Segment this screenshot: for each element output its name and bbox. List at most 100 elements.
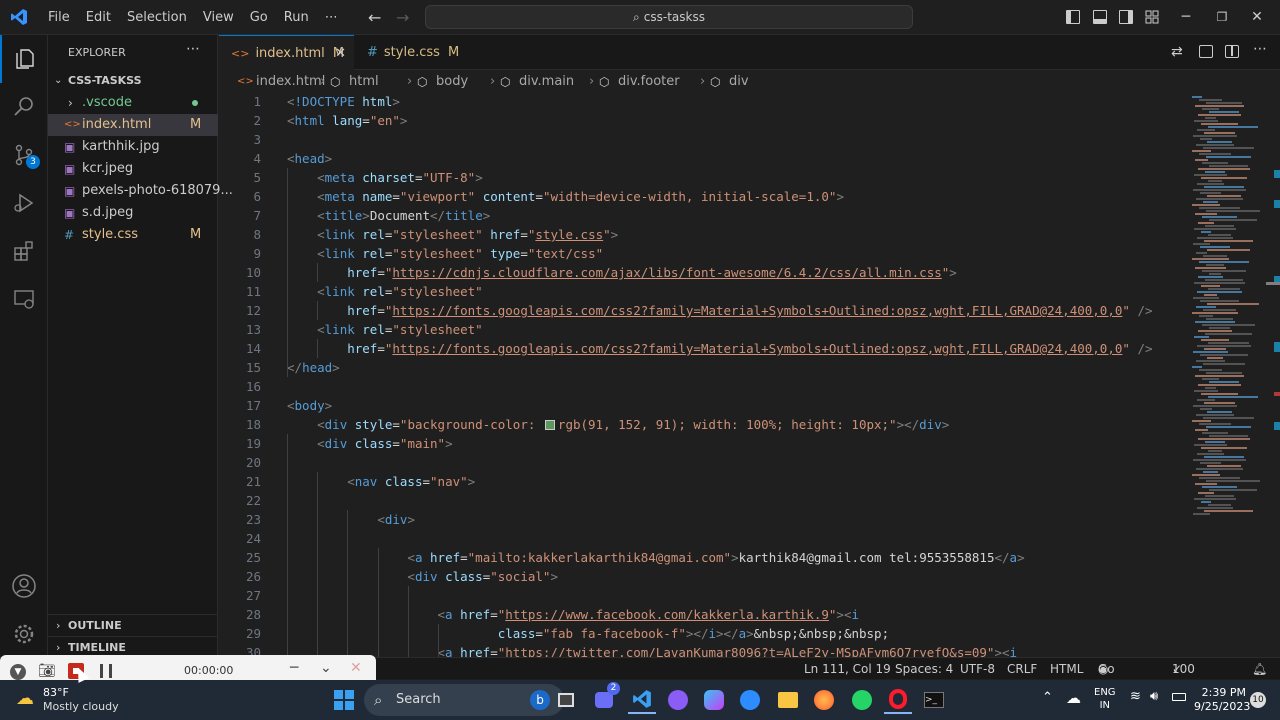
code-line[interactable]: <meta name="viewport" content="width=dev… <box>287 187 844 206</box>
code-editor[interactable]: 1 <!DOCTYPE html> 2 <html lang="en"> 3 4 <head… <box>219 92 1184 657</box>
code-line[interactable]: <link rel="stylesheet" type="text/css" <box>287 244 603 263</box>
menu-item-file[interactable]: File <box>40 0 78 35</box>
code-line[interactable]: href= "https://fonts.googleapis.com/css2?… <box>287 339 1152 358</box>
opera-icon[interactable] <box>884 686 912 714</box>
code-line[interactable]: </head> <box>287 358 340 377</box>
tree-item[interactable]: ▣ pexels-photo-618079... <box>48 180 233 202</box>
breadcrumb-item[interactable]: body <box>436 71 468 93</box>
code-line[interactable]: <div class="social"> <box>287 567 558 586</box>
remote-explorer-icon[interactable] <box>0 275 48 323</box>
code-line[interactable]: <link rel="stylesheet" <box>287 282 483 301</box>
clock[interactable]: 2:39 PM 9/25/2023 <box>1194 686 1250 714</box>
explorer-icon[interactable] <box>0 35 48 83</box>
more-actions-icon[interactable]: ⋯ <box>186 41 200 57</box>
tree-item[interactable]: # style.css M <box>48 224 218 246</box>
battery-icon[interactable] <box>1172 693 1186 701</box>
scrollbar-overview[interactable] <box>1266 92 1280 657</box>
encoding[interactable]: UTF-8 <box>960 658 995 680</box>
code-line[interactable]: <div class="main"> <box>287 434 453 453</box>
run-debug-icon[interactable] <box>0 179 48 227</box>
camera-icon[interactable]: 📷︎ <box>38 663 56 679</box>
notifications-bell-icon[interactable]: 🔔︎ <box>1252 658 1267 680</box>
code-line[interactable]: <a href="mailto:kakkerlakarthik84@gmai.c… <box>287 548 1024 567</box>
show-hidden-icons[interactable]: ⌃ <box>1042 690 1053 705</box>
tab-style-css[interactable]: # style.css M <box>355 35 465 70</box>
firefox-icon[interactable] <box>810 686 838 714</box>
copilot-icon[interactable] <box>700 686 728 714</box>
tree-item[interactable]: ▣ karthhik.jpg <box>48 136 218 158</box>
menu-item-view[interactable]: View <box>195 0 242 35</box>
code-line[interactable]: href="https://cdnjs.cloudflare.com/ajax/… <box>287 263 957 282</box>
minimize-recorder-icon[interactable]: ─ <box>290 660 298 676</box>
indentation[interactable]: Spaces: 4 <box>895 658 953 680</box>
code-line[interactable]: href= "https://fonts.googleapis.com/css2?… <box>287 301 1152 320</box>
code-line[interactable]: <head> <box>287 149 332 168</box>
zoom-icon[interactable] <box>736 686 764 714</box>
cursor-position[interactable]: Ln 111, Col 19 <box>804 658 891 680</box>
tab-index-html[interactable]: <> index.html M ✕ <box>219 35 354 70</box>
close-recorder-icon[interactable]: ✕ <box>350 660 362 676</box>
onedrive-icon[interactable]: ☁︎ <box>1066 689 1081 707</box>
pause-button[interactable] <box>100 664 112 678</box>
editor-more-actions-icon[interactable]: ⋯ <box>1253 41 1267 57</box>
input-language[interactable]: ENG IN <box>1094 686 1116 712</box>
tree-item[interactable]: › .vscode <box>48 92 218 114</box>
windows-start-icon[interactable] <box>330 686 358 714</box>
breadcrumb-item[interactable]: div.main <box>519 71 574 93</box>
code-line[interactable]: <a href="https://twitter.com/LavanKumar8… <box>287 643 1018 657</box>
close-tab-icon[interactable]: ✕ <box>335 36 346 71</box>
back-arrow-icon[interactable]: ← <box>368 0 381 35</box>
code-line[interactable]: <body> <box>287 396 332 415</box>
code-line[interactable]: <div style="background-color: rgb(91, 15… <box>287 415 949 434</box>
file-explorer-icon[interactable] <box>774 686 802 714</box>
breadcrumb-item[interactable]: html <box>349 71 379 93</box>
split-editor-icon[interactable] <box>1225 45 1239 58</box>
code-line[interactable]: <a href="https://www.facebook.com/kakker… <box>287 605 860 624</box>
menu-item-go[interactable]: Go <box>242 0 276 35</box>
source-control-icon[interactable]: 3 <box>0 131 48 179</box>
taskbar-search[interactable]: ⌕ Search b <box>364 684 564 716</box>
expand-recorder-icon[interactable]: ⌄ <box>320 660 332 676</box>
language-mode[interactable]: HTML <box>1050 658 1083 680</box>
command-center[interactable]: ⌕ css-taskss <box>425 5 913 29</box>
tree-item[interactable]: <> index.html M <box>48 114 218 136</box>
code-line[interactable]: <link rel="stylesheet" href="style.css"> <box>287 225 618 244</box>
breadcrumb-item[interactable]: div.footer <box>618 71 680 93</box>
code-line[interactable]: <!DOCTYPE html> <box>287 92 400 111</box>
open-preview-icon[interactable] <box>1199 45 1213 58</box>
code-line[interactable]: <nav class="nav"> <box>287 472 475 491</box>
toggle-panel-icon[interactable] <box>1093 10 1107 24</box>
menu-item-run[interactable]: Run <box>276 0 317 35</box>
menu-item-edit[interactable]: Edit <box>78 0 119 35</box>
wifi-icon[interactable]: ≋ <box>1130 689 1141 704</box>
tree-item[interactable]: ▣ s.d.jpeg <box>48 202 218 224</box>
forward-arrow-icon[interactable]: → <box>396 0 409 35</box>
breadcrumb-item[interactable]: index.html <box>256 71 325 93</box>
chat-icon[interactable]: 2 <box>590 682 620 714</box>
terminal-icon[interactable]: >_ <box>920 686 948 714</box>
accounts-icon[interactable] <box>0 562 48 610</box>
menu-item-[interactable]: ⋯ <box>317 0 346 35</box>
outline-section[interactable]: › OUTLINE <box>48 614 218 636</box>
code-line[interactable]: <div> <box>287 510 415 529</box>
whatsapp-icon[interactable] <box>848 686 876 714</box>
code-line[interactable]: <html lang="en"> <box>287 111 407 130</box>
volume-icon[interactable]: 🔊︎ <box>1150 689 1158 704</box>
vscode-taskbar-icon[interactable] <box>628 686 656 714</box>
toggle-primary-sidebar-icon[interactable] <box>1066 10 1080 24</box>
menu-item-selection[interactable]: Selection <box>119 0 195 35</box>
customize-layout-icon[interactable] <box>1145 10 1159 24</box>
collapse-icon[interactable]: ▼ <box>10 664 26 680</box>
notification-badge[interactable]: 10 <box>1250 692 1266 708</box>
compare-changes-icon[interactable]: ⇄ <box>1171 44 1183 60</box>
breadcrumb-item[interactable]: div <box>729 71 749 93</box>
minimap[interactable] <box>1186 92 1266 657</box>
github-icon[interactable] <box>664 686 692 714</box>
close-button[interactable]: ✕ <box>1234 0 1280 35</box>
project-header[interactable]: ⌄ CSS-TASKSS <box>48 70 218 92</box>
line-ending[interactable]: CRLF <box>1007 658 1037 680</box>
extensions-icon[interactable] <box>0 227 48 275</box>
tree-item[interactable]: ▣ kcr.jpeg <box>48 158 218 180</box>
task-view-icon[interactable] <box>552 686 580 714</box>
toggle-secondary-sidebar-icon[interactable] <box>1119 10 1133 24</box>
